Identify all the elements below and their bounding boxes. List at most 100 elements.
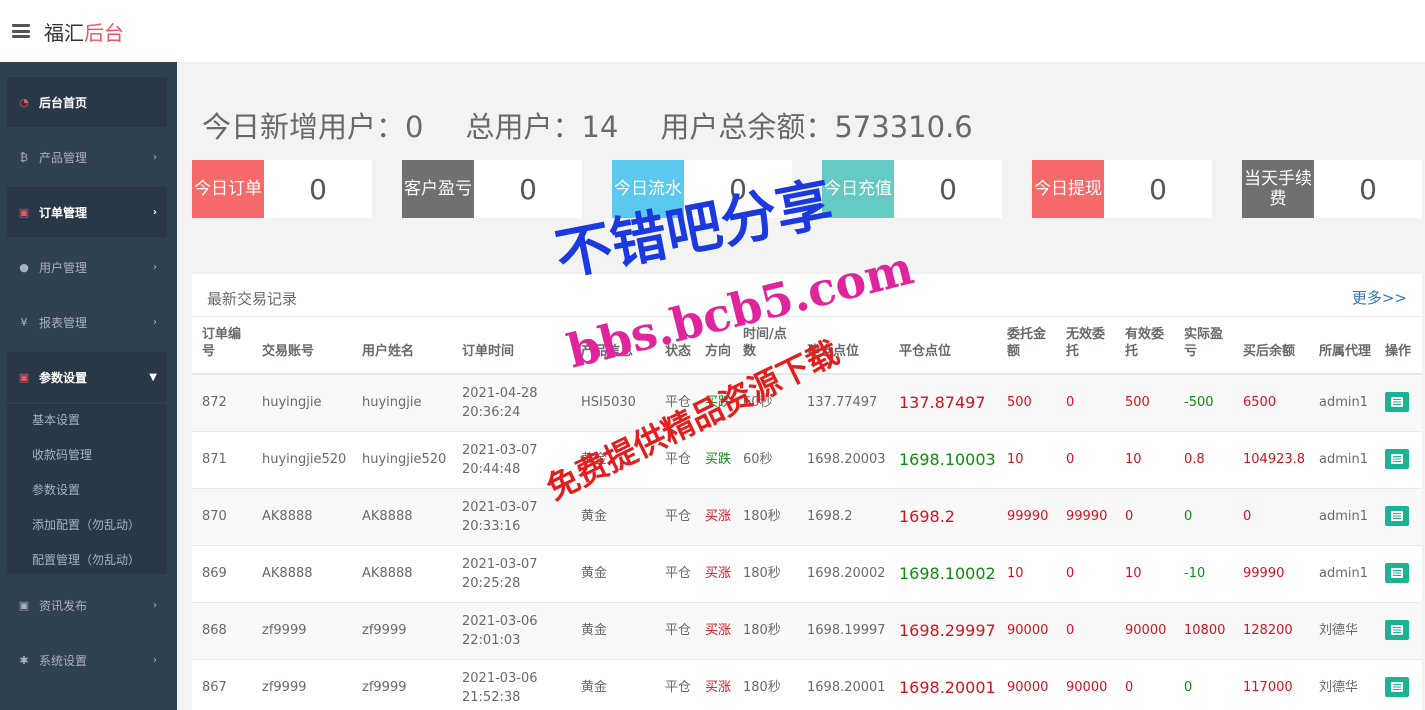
column-header: 订单编号 — [192, 317, 252, 375]
table-cell: huyingjie — [252, 374, 352, 432]
detail-button[interactable] — [1385, 620, 1409, 640]
sidebar-item-label: 报表管理 — [39, 315, 88, 330]
bitcoin-icon: ₿ — [19, 150, 29, 164]
stat-value: 0 — [729, 172, 747, 206]
table-cell: 0 — [1174, 659, 1233, 710]
table-cell: 0 — [1056, 602, 1115, 660]
submenu-item[interactable]: 参数设置 — [32, 481, 80, 498]
stat-value: 0 — [519, 172, 537, 206]
table-cell: 0 — [1115, 659, 1174, 710]
detail-button[interactable] — [1385, 677, 1409, 697]
table-cell: 60秒 — [733, 374, 797, 432]
table-row: 869 AK8888 AK8888 2021-03-07 20:25:28 黄金 平仓 买涨… — [192, 545, 1422, 603]
table-cell: 黄金 — [571, 659, 655, 710]
table-cell: admin1 — [1309, 488, 1375, 546]
table-cell: zf9999 — [252, 602, 352, 660]
detail-button[interactable] — [1385, 506, 1409, 526]
column-header: 所属代理 — [1309, 317, 1375, 375]
brand-title: 福汇后台 — [44, 17, 124, 46]
table-cell: 0 — [1233, 488, 1309, 546]
table-cell: 买跌 — [695, 431, 733, 489]
sidebar-item-1[interactable]: ◔ 后台首页 — [7, 77, 167, 127]
table-cell: AK8888 — [252, 488, 352, 546]
recent-trades-panel: 最新交易记录 更多>> 订单编号 交易账号 用户姓名 订单时间 产品信息 状态 方向 时间/点… — [192, 274, 1422, 710]
table-cell: 黄金 — [571, 431, 655, 489]
sidebar-item-label: 资讯发布 — [39, 598, 88, 613]
sidebar-item-5[interactable]: ¥ 报表管理 › — [7, 297, 167, 347]
table-cell: admin1 — [1309, 545, 1375, 603]
stat-label: 今日订单 — [192, 160, 264, 218]
table-cell: zf9999 — [352, 602, 452, 660]
panel-title: 最新交易记录 — [207, 290, 298, 308]
table-cell: 0 — [1115, 488, 1174, 546]
table-row: 871 huyingjie520 huyingjie520 2021-03-07 20… — [192, 431, 1422, 489]
sidebar-item-6[interactable]: ▣ 参数设置 ▼ — [7, 352, 167, 402]
table-cell: 500 — [997, 374, 1056, 432]
list-icon — [1391, 511, 1403, 521]
table-cell: 10 — [997, 545, 1056, 603]
more-link[interactable]: 更多>> — [1352, 287, 1407, 308]
column-header: 时间/点数 — [733, 317, 797, 375]
sidebar-item-4[interactable]: ● 用户管理 › — [7, 242, 167, 292]
table-cell: 99990 — [1233, 545, 1309, 603]
copy-icon: ▣ — [18, 598, 30, 612]
table-cell: 180秒 — [733, 545, 797, 603]
column-header: 平仓点位 — [889, 317, 997, 375]
table-cell: 10 — [1115, 545, 1174, 603]
table-cell: 2021-03-07 20:25:28 — [452, 545, 571, 603]
table-cell: 99990 — [1056, 488, 1115, 546]
menu-toggle-icon[interactable] — [12, 24, 30, 38]
action-cell — [1375, 659, 1422, 710]
stat-value: 0 — [309, 172, 327, 206]
table-cell: -10 — [1174, 545, 1233, 603]
sidebar-item-2[interactable]: ₿ 产品管理 › — [7, 132, 167, 182]
new-users-text: 今日新增用户：0 — [202, 110, 424, 144]
table-cell: 买跌 — [695, 374, 733, 432]
table-cell: 0 — [1174, 488, 1233, 546]
table-cell: 90000 — [997, 602, 1056, 660]
sidebar-item-7[interactable]: ▣ 资讯发布 › — [7, 580, 167, 630]
column-header: 买后余额 — [1233, 317, 1309, 375]
table-cell: AK8888 — [352, 545, 452, 603]
total-balance-text: 用户总余额：573310.6 — [660, 110, 973, 144]
table-cell: 1698.10002 — [889, 545, 997, 603]
chevron-right-icon: › — [153, 151, 157, 163]
detail-button[interactable] — [1385, 563, 1409, 583]
table-cell: 刘德华 — [1309, 602, 1375, 660]
stat-label: 今日提现 — [1032, 160, 1104, 218]
table-cell: 137.77497 — [797, 374, 889, 432]
submenu-item[interactable]: 添加配置（勿乱动） — [32, 516, 140, 533]
submenu-item[interactable]: 配置管理（勿乱动） — [32, 551, 140, 568]
table-cell: 0 — [1056, 545, 1115, 603]
submenu-item[interactable]: 收款码管理 — [32, 446, 92, 463]
chevron-right-icon: › — [153, 261, 157, 273]
sidebar-item-8[interactable]: ✱ 系统设置 › — [7, 635, 167, 685]
table-cell: 买涨 — [695, 488, 733, 546]
table-cell: 刘德华 — [1309, 659, 1375, 710]
table-cell: 1698.10003 — [889, 431, 997, 489]
table-body: 872 huyingjie huyingjie 2021-04-28 20:36:24… — [192, 374, 1422, 710]
table-cell: 2021-03-07 20:44:48 — [452, 431, 571, 489]
detail-button[interactable] — [1385, 392, 1409, 413]
table-cell: huyingjie520 — [352, 431, 452, 489]
table-cell: 870 — [192, 488, 252, 546]
stat-card: 客户盈亏 0 — [402, 160, 582, 218]
sidebar-submenu — [7, 404, 167, 574]
table-cell: 10800 — [1174, 602, 1233, 660]
sidebar-item-label: 用户管理 — [39, 260, 88, 275]
table-cell: 10 — [1115, 431, 1174, 489]
detail-button[interactable] — [1385, 449, 1409, 469]
stat-value: 0 — [1149, 172, 1167, 206]
table-cell: AK8888 — [352, 488, 452, 546]
total-users-text: 总用户：14 — [465, 110, 619, 144]
table-cell: 128200 — [1233, 602, 1309, 660]
submenu-item[interactable]: 基本设置 — [32, 411, 80, 428]
sidebar-item-label: 产品管理 — [39, 150, 88, 165]
table-cell: 平仓 — [655, 602, 695, 660]
action-cell — [1375, 602, 1422, 660]
sidebar-item-3[interactable]: ▣ 订单管理 › — [7, 187, 167, 237]
stat-label: 今日充值 — [822, 160, 894, 218]
brand-main: 福汇 — [44, 20, 84, 45]
table-cell: 买涨 — [695, 602, 733, 660]
column-header: 委托金额 — [997, 317, 1056, 375]
